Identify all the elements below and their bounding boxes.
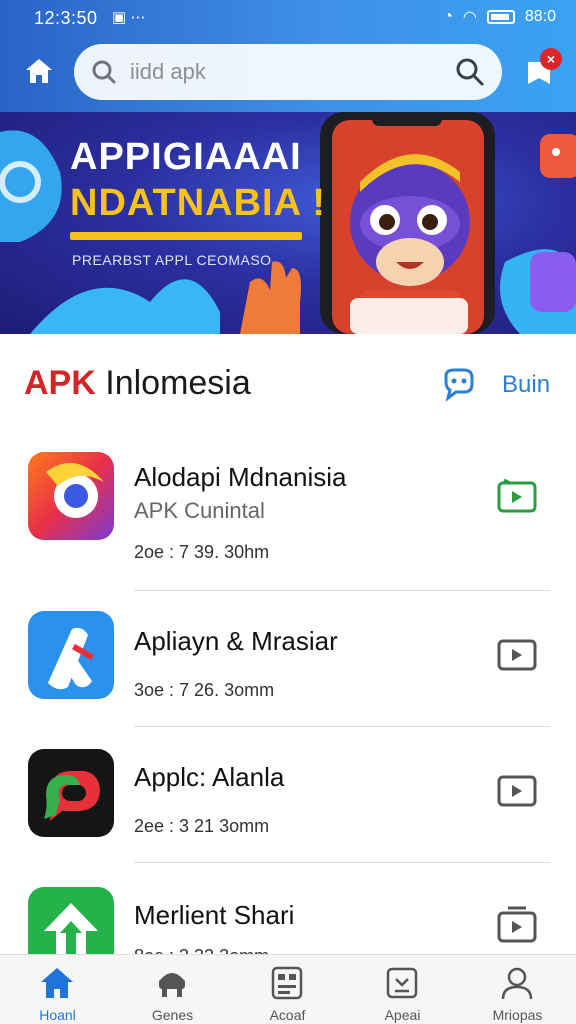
nav-label: Hoanl: [39, 1007, 76, 1023]
notification-badge: ×: [540, 48, 562, 70]
status-icons-left: ▣ ⋯: [112, 9, 146, 26]
nav-label: Apeai: [384, 1007, 421, 1023]
app-meta: 2oe : 7 39. 30hm: [134, 542, 270, 562]
nav-apps[interactable]: Acoaf: [230, 955, 345, 1024]
alarm-icon: ◔: [443, 8, 453, 25]
nav-label: Mriopas: [492, 1007, 543, 1023]
search-icon: [92, 60, 116, 84]
updates-icon: [386, 967, 418, 999]
section-title: APK Inlomesia: [24, 364, 251, 403]
notifications-button[interactable]: ×: [524, 48, 562, 90]
search-bar[interactable]: iidd apk: [74, 44, 502, 100]
nav-updates[interactable]: Apeai: [345, 955, 460, 1024]
chat-icon[interactable]: [440, 368, 476, 402]
chat-bubble-icon: [28, 749, 114, 837]
battery-icon: [486, 10, 515, 24]
banner-subtitle: PREARBST APPL CEOMASO: [72, 252, 272, 268]
app-name: Merlient Shari: [134, 900, 295, 930]
play-icon[interactable]: [496, 636, 538, 672]
home-icon: [41, 968, 73, 998]
list-item[interactable]: Applc: Alanla 2ee : 3 21 3omm: [0, 728, 576, 864]
app-meta: 2ee : 3 21 3omm: [134, 816, 270, 836]
banner-title-line1: APPIGIAAAI: [70, 136, 302, 178]
nav-home[interactable]: Hoanl: [0, 955, 115, 1024]
app-meta: 3oe : 7 26. 3omm: [134, 680, 275, 700]
status-icons-right: ◔ ◠ 88:0: [443, 7, 556, 27]
promo-banner[interactable]: APPIGIAAAI NDATNABIA ! PREARBST APPL CEO…: [0, 112, 576, 334]
section-title-rest: Inlomesia: [105, 364, 251, 402]
wifi-icon: ◠: [462, 9, 477, 26]
app-name: Applc: Alanla: [134, 762, 285, 792]
search-submit-icon[interactable]: [454, 56, 486, 88]
home-icon: [26, 59, 52, 83]
list-divider: [134, 862, 550, 863]
banner-title-line2: NDATNABIA !: [70, 182, 326, 224]
status-bar: 12:3:50 ▣ ⋯ ◔ ◠ 88:0: [0, 0, 576, 36]
banner-underline: [70, 232, 302, 240]
app-name: Apliayn & Mrasiar: [134, 626, 338, 656]
games-icon: [159, 973, 185, 997]
nav-profile[interactable]: Mriopas: [460, 955, 575, 1024]
section-header: APK Inlomesia Buin: [0, 344, 576, 424]
play-icon[interactable]: [496, 478, 538, 514]
battery-text: 88:0: [524, 8, 556, 25]
search-input[interactable]: iidd apk: [130, 59, 206, 85]
section-link[interactable]: Buin: [502, 371, 550, 399]
app-header: 12:3:50 ▣ ⋯ ◔ ◠ 88:0 iidd apk ×: [0, 0, 576, 112]
nav-label: Genes: [151, 1007, 194, 1023]
list-item[interactable]: Alodapi Mdnanisia APK Cunintal 2oe : 7 3…: [0, 436, 576, 591]
list-item[interactable]: Apliayn & Mrasiar 3oe : 7 26. 3omm: [0, 592, 576, 728]
play-icon[interactable]: [496, 772, 538, 808]
list-divider: [134, 726, 550, 727]
orange-swirl-icon: [28, 452, 114, 540]
bottom-nav: Hoanl Genes Acoaf Apeai Mriopas: [0, 954, 576, 1024]
app-name: Alodapi Mdnanisia: [134, 462, 347, 492]
app-subtitle: APK Cunintal: [134, 498, 265, 523]
nav-games[interactable]: Genes: [115, 955, 230, 1024]
list-divider: [134, 590, 550, 591]
blue-a-icon: [28, 611, 114, 699]
profile-icon: [501, 967, 533, 1000]
apps-icon: [271, 966, 303, 1000]
home-button[interactable]: [22, 54, 56, 88]
status-time: 12:3:50: [34, 8, 98, 28]
play-icon[interactable]: [496, 906, 538, 944]
nav-label: Acoaf: [269, 1007, 306, 1023]
section-title-brand: APK: [24, 364, 96, 402]
